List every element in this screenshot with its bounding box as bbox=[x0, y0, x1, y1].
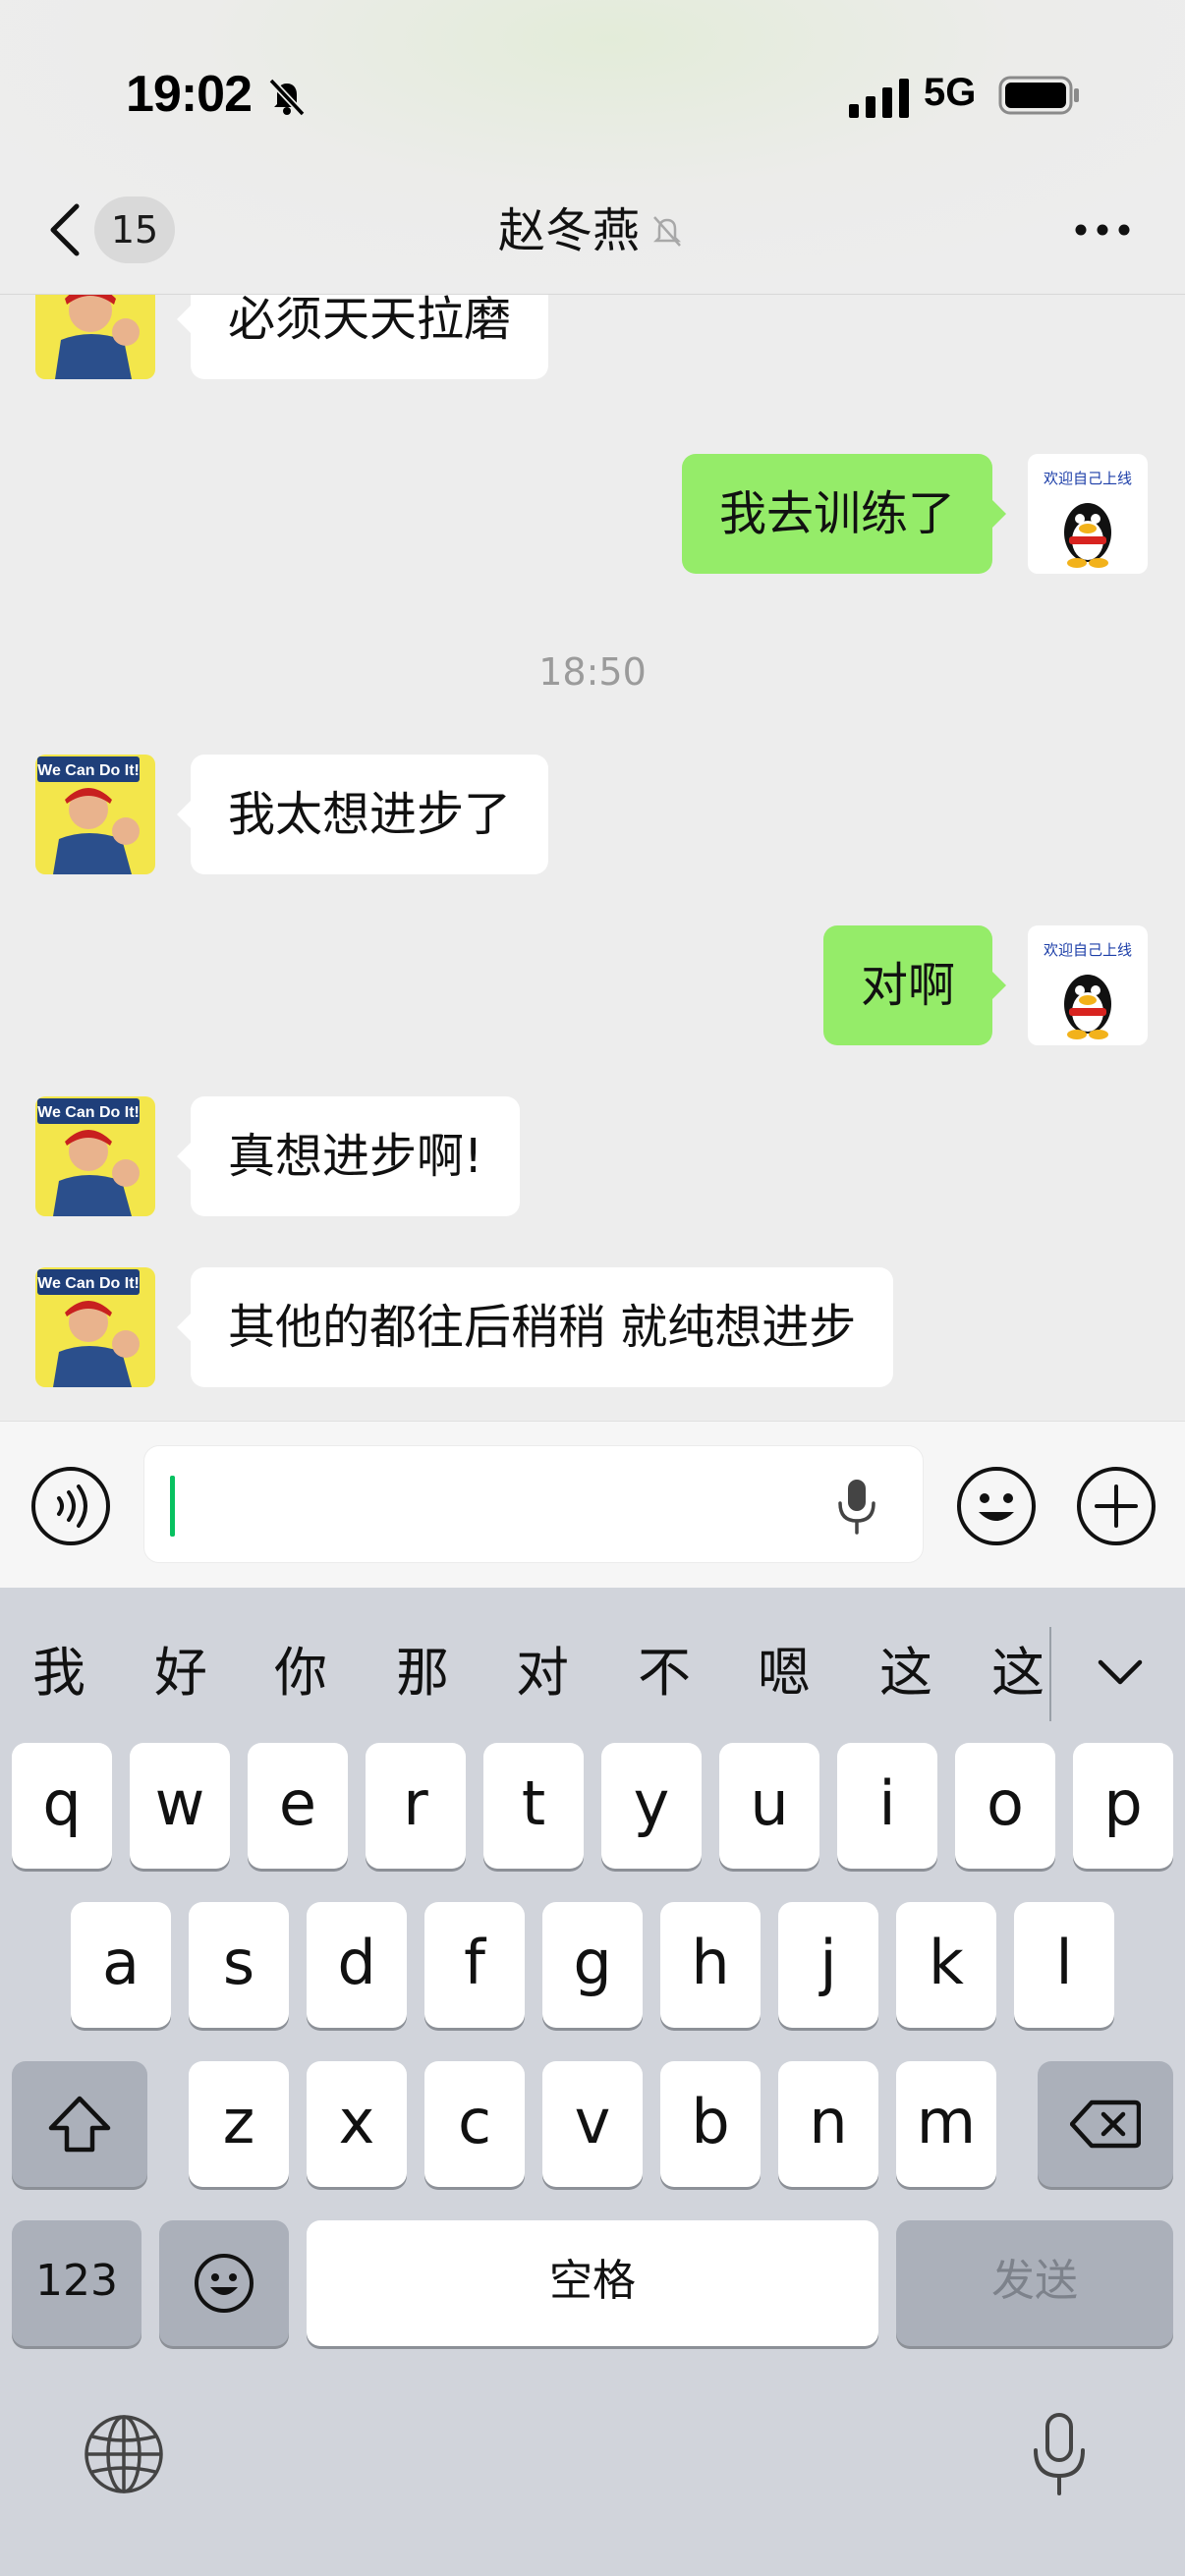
key-j[interactable]: j bbox=[778, 1902, 878, 2028]
message-bubble-incoming[interactable]: 其他的都往后稍稍 就纯想进步 bbox=[176, 1267, 894, 1387]
contact-avatar[interactable] bbox=[35, 295, 155, 379]
key-o[interactable]: o bbox=[955, 1743, 1055, 1869]
avatar-caption: We Can Do It! bbox=[37, 1275, 140, 1292]
message-bubble-outgoing[interactable]: 对啊 bbox=[822, 925, 1007, 1045]
globe-icon[interactable] bbox=[83, 2413, 165, 2495]
signal-bars-icon bbox=[849, 79, 909, 118]
candidate-word[interactable]: 嗯 bbox=[745, 1629, 823, 1707]
text-caret bbox=[170, 1476, 175, 1537]
message-bubble-incoming[interactable]: 我太想进步了 bbox=[176, 755, 549, 874]
key-t[interactable]: t bbox=[483, 1743, 584, 1869]
contact-avatar[interactable]: We Can Do It! bbox=[35, 1267, 155, 1387]
key-w[interactable]: w bbox=[130, 1743, 230, 1869]
page-title[interactable]: 赵冬燕 bbox=[498, 196, 640, 265]
avatar-caption: We Can Do It! bbox=[37, 1104, 140, 1121]
candidate-bar: 我 好 你 那 对 不 嗯 这 这 bbox=[0, 1588, 1185, 1745]
key-e[interactable]: e bbox=[248, 1743, 348, 1869]
key-q[interactable]: q bbox=[12, 1743, 112, 1869]
dictation-mic-icon[interactable] bbox=[1030, 2411, 1089, 2499]
message-bubble-outgoing[interactable]: 我去训练了 bbox=[681, 454, 1007, 574]
delete-icon bbox=[1070, 2100, 1141, 2149]
key-s[interactable]: s bbox=[189, 1902, 289, 2028]
key-a[interactable]: a bbox=[71, 1902, 171, 2028]
key-d[interactable]: d bbox=[307, 1902, 407, 2028]
message-text: 其他的都往后稍稍 就纯想进步 bbox=[228, 1300, 857, 1355]
candidate-word[interactable]: 好 bbox=[141, 1629, 220, 1707]
candidate-word[interactable]: 不 bbox=[625, 1629, 704, 1707]
shift-icon bbox=[48, 2096, 111, 2153]
key-z[interactable]: z bbox=[189, 2061, 289, 2187]
input-bar bbox=[0, 1421, 1185, 1588]
message-text: 对啊 bbox=[860, 958, 955, 1013]
key-g[interactable]: g bbox=[542, 1902, 643, 2028]
message-text: 我去训练了 bbox=[718, 486, 955, 541]
shift-key[interactable] bbox=[12, 2061, 147, 2187]
message-bubble-incoming[interactable]: 必须天天拉磨 bbox=[176, 295, 549, 379]
candidate-word[interactable]: 这 bbox=[867, 1629, 945, 1707]
key-c[interactable]: c bbox=[424, 2061, 525, 2187]
key-b[interactable]: b bbox=[660, 2061, 761, 2187]
smiley-icon[interactable] bbox=[955, 1465, 1038, 1547]
message-bubble-incoming[interactable]: 真想进步啊! bbox=[176, 1096, 521, 1216]
contact-avatar[interactable]: We Can Do It! bbox=[35, 755, 155, 874]
avatar-caption: 欢迎自己上线 bbox=[1044, 470, 1132, 487]
key-i[interactable]: i bbox=[837, 1743, 937, 1869]
message-list[interactable]: 必须天天拉磨 我去训练了 欢迎自己上线 18:50 We Can Do It! bbox=[0, 295, 1185, 1421]
key-k[interactable]: k bbox=[896, 1902, 996, 2028]
key-u[interactable]: u bbox=[719, 1743, 819, 1869]
key-v[interactable]: v bbox=[542, 2061, 643, 2187]
voice-mode-icon[interactable] bbox=[29, 1465, 112, 1547]
bell-slash-icon bbox=[268, 78, 306, 117]
ellipsis-icon[interactable] bbox=[1071, 214, 1134, 246]
key-m[interactable]: m bbox=[896, 2061, 996, 2187]
emoji-key-icon bbox=[195, 2254, 254, 2313]
numbers-key[interactable]: 123 bbox=[12, 2220, 141, 2346]
keyboard: 我 好 你 那 对 不 嗯 这 这 q w e r t y u i o p a … bbox=[0, 1588, 1185, 2576]
self-avatar[interactable]: 欢迎自己上线 bbox=[1028, 454, 1148, 574]
candidate-word[interactable]: 这 bbox=[987, 1629, 1049, 1707]
microphone-icon[interactable] bbox=[832, 1476, 881, 1537]
candidate-word[interactable]: 你 bbox=[261, 1629, 340, 1707]
avatar-caption: 欢迎自己上线 bbox=[1044, 941, 1132, 959]
candidate-word[interactable]: 我 bbox=[20, 1629, 98, 1707]
battery-icon bbox=[998, 76, 1079, 115]
self-avatar[interactable]: 欢迎自己上线 bbox=[1028, 925, 1148, 1045]
key-l[interactable]: l bbox=[1014, 1902, 1114, 2028]
bell-slash-icon bbox=[652, 216, 682, 247]
message-text: 我太想进步了 bbox=[228, 787, 512, 842]
send-key[interactable]: 发送 bbox=[896, 2220, 1173, 2346]
candidate-word[interactable]: 对 bbox=[503, 1629, 582, 1707]
candidate-word[interactable]: 那 bbox=[383, 1629, 462, 1707]
emoji-key[interactable] bbox=[159, 2220, 289, 2346]
chat-header: 19:02 5G 15 赵冬燕 bbox=[0, 0, 1185, 295]
space-key[interactable]: 空格 bbox=[307, 2220, 878, 2346]
key-y[interactable]: y bbox=[601, 1743, 702, 1869]
key-h[interactable]: h bbox=[660, 1902, 761, 2028]
plus-circle-icon[interactable] bbox=[1075, 1465, 1157, 1547]
message-text: 真想进步啊! bbox=[228, 1129, 483, 1184]
contact-avatar[interactable]: We Can Do It! bbox=[35, 1096, 155, 1216]
delete-key[interactable] bbox=[1038, 2061, 1173, 2187]
time-separator: 18:50 bbox=[538, 650, 647, 694]
key-p[interactable]: p bbox=[1073, 1743, 1173, 1869]
key-r[interactable]: r bbox=[366, 1743, 466, 1869]
chat-title-bar: 赵冬燕 bbox=[0, 196, 1185, 265]
message-text: 必须天天拉磨 bbox=[228, 295, 512, 347]
message-input[interactable] bbox=[143, 1445, 924, 1563]
key-x[interactable]: x bbox=[307, 2061, 407, 2187]
chevron-down-icon[interactable] bbox=[1095, 1647, 1146, 1698]
status-time: 19:02 bbox=[126, 66, 253, 123]
candidate-divider bbox=[1049, 1627, 1051, 1721]
network-type: 5G bbox=[924, 71, 977, 114]
avatar-caption: We Can Do It! bbox=[37, 762, 140, 779]
key-f[interactable]: f bbox=[424, 1902, 525, 2028]
key-n[interactable]: n bbox=[778, 2061, 878, 2187]
